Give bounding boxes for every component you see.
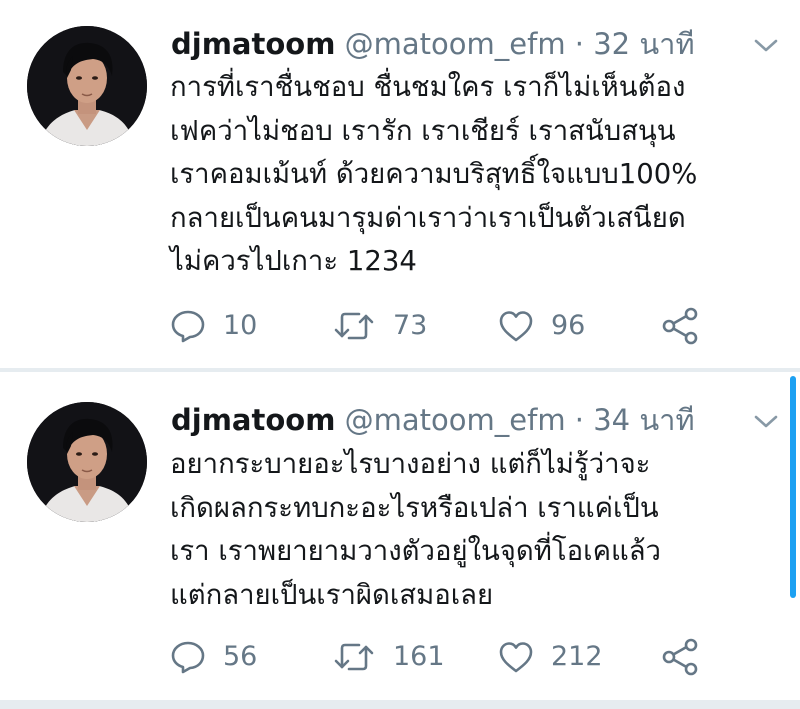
- tweet-text: การที่เราชื่นชอบ ชื่นชมใคร เราก็ไม่เห็นต…: [170, 66, 780, 284]
- share-button[interactable]: [660, 304, 700, 348]
- heart-icon: [499, 642, 533, 673]
- like-button[interactable]: 96: [498, 304, 585, 348]
- display-name[interactable]: djmatoom: [171, 403, 335, 437]
- like-count: 212: [551, 641, 603, 672]
- avatar-photo: [27, 26, 147, 146]
- reply-count: 10: [223, 310, 258, 341]
- tweet-text-line: เรา เราพยายามวางตัวอยู่ในจุดที่โอเคแล้ว: [170, 535, 661, 567]
- avatar[interactable]: [27, 402, 147, 522]
- avatar[interactable]: [27, 26, 147, 146]
- chevron-down-icon[interactable]: [753, 36, 779, 56]
- tweet-text-line: แต่กลายเป็นเราผิดเสมอเลย: [170, 578, 494, 611]
- tweet[interactable]: djmatoom @matoom_efm · 32 นาที การที่เรา…: [0, 0, 800, 368]
- timestamp[interactable]: 34 นาที: [593, 403, 694, 437]
- reply-button[interactable]: 56: [170, 635, 257, 679]
- display-name[interactable]: djmatoom: [171, 27, 335, 61]
- tweet-text-line: กลายเป็นคนมารุมด่าเราว่าเราเป็นตัวเสนียด: [170, 201, 686, 234]
- separator-dot: ·: [574, 403, 585, 437]
- retweet-count: 73: [393, 310, 428, 341]
- like-button[interactable]: 212: [498, 635, 603, 679]
- tweet-text-line: เกิดผลกระทบกะอะไรหรือเปล่า เราแค่เป็น: [170, 491, 659, 524]
- tweet-text-line: เฟคว่าไม่ชอบ เรารัก เราเชียร์ เราสนับสนุ…: [170, 114, 676, 147]
- tweet-text-line: การที่เราชื่นชอบ ชื่นชมใคร เราก็ไม่เห็นต…: [170, 71, 686, 103]
- reply-count: 56: [223, 641, 258, 672]
- timeline: djmatoom @matoom_efm · 32 นาที การที่เรา…: [0, 0, 800, 709]
- retweet-button[interactable]: 73: [332, 304, 427, 348]
- avatar-photo: [27, 402, 147, 522]
- heart-icon: [499, 311, 533, 342]
- chevron-down-icon[interactable]: [753, 412, 779, 432]
- share-button[interactable]: [660, 635, 700, 679]
- like-count: 96: [551, 310, 586, 341]
- timestamp[interactable]: 32 นาที: [593, 27, 694, 61]
- share-icon: [662, 638, 698, 676]
- tweet-header: djmatoom @matoom_efm · 34 นาที: [171, 400, 695, 440]
- reply-icon: [171, 310, 205, 343]
- tweet[interactable]: djmatoom @matoom_efm · 34 นาที อยากระบาย…: [0, 372, 800, 700]
- retweet-icon: [334, 312, 374, 340]
- tweet-text-line: อยากระบายอะไรบางอย่าง แต่ก็ไม่รู้ว่าจะ: [170, 448, 651, 480]
- tweet-text-line: เราคอมเม้นท์ ด้วยความบริสุทธิ์ใจแบบ100%: [170, 158, 698, 190]
- thread-indicator: [790, 376, 796, 598]
- share-icon: [662, 307, 698, 345]
- separator-dot: ·: [574, 27, 585, 61]
- retweet-button[interactable]: 161: [332, 635, 445, 679]
- reply-icon: [171, 641, 205, 674]
- tweet-actions: 56 161 212: [170, 635, 710, 679]
- tweet-divider: [0, 700, 800, 709]
- tweet-actions: 10 73 96: [170, 304, 710, 348]
- tweet-header: djmatoom @matoom_efm · 32 นาที: [171, 24, 695, 64]
- reply-button[interactable]: 10: [170, 304, 257, 348]
- retweet-icon: [334, 643, 374, 671]
- user-handle[interactable]: @matoom_efm: [345, 403, 566, 437]
- tweet-text: อยากระบายอะไรบางอย่าง แต่ก็ไม่รู้ว่าจะ เ…: [170, 443, 780, 617]
- retweet-count: 161: [393, 641, 445, 672]
- tweet-text-line: ไม่ควรไปเกาะ 1234: [170, 245, 417, 277]
- user-handle[interactable]: @matoom_efm: [345, 27, 566, 61]
